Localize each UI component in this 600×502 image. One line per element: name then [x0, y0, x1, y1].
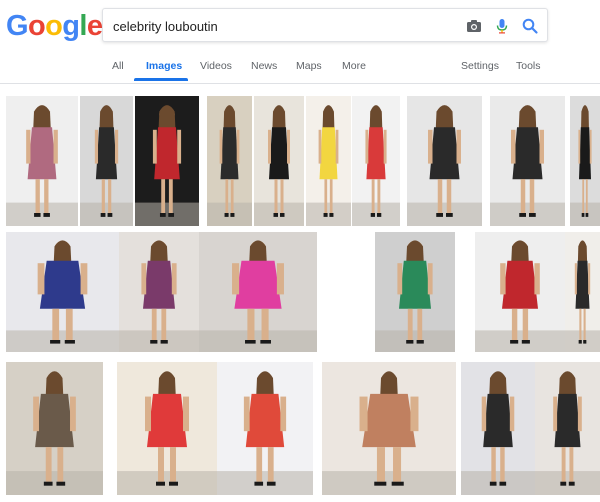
logo-letter: G — [6, 10, 29, 42]
search-box[interactable] — [102, 8, 548, 42]
image-result-thumbnail[interactable] — [535, 362, 600, 495]
image-result-thumbnail[interactable] — [352, 96, 400, 226]
logo-letter: o — [27, 10, 46, 42]
tab-news[interactable]: News — [251, 60, 277, 72]
image-result-thumbnail[interactable] — [322, 362, 456, 495]
image-result-thumbnail[interactable] — [6, 362, 103, 495]
image-result-thumbnail[interactable] — [306, 96, 351, 226]
image-result-thumbnail[interactable] — [117, 362, 217, 495]
image-result-thumbnail[interactable] — [570, 96, 600, 226]
image-result-thumbnail[interactable] — [490, 96, 565, 226]
tools-link[interactable]: Tools — [516, 60, 541, 72]
logo-letter: g — [62, 10, 80, 42]
tab-images[interactable]: Images — [146, 60, 182, 72]
tab-more[interactable]: More — [342, 60, 366, 72]
image-result-thumbnail[interactable] — [375, 232, 455, 352]
image-result-thumbnail[interactable] — [217, 362, 313, 495]
image-result-thumbnail[interactable] — [199, 232, 317, 352]
search-icon[interactable] — [521, 17, 539, 35]
image-result-thumbnail[interactable] — [80, 96, 133, 226]
google-logo[interactable]: Google — [6, 9, 103, 43]
image-result-thumbnail[interactable] — [407, 96, 482, 226]
settings-link[interactable]: Settings — [461, 60, 499, 72]
logo-letter: l — [79, 10, 87, 42]
logo-letter: e — [86, 10, 103, 42]
search-nav: All Images Videos News Maps More Setting… — [0, 52, 600, 84]
image-result-thumbnail[interactable] — [565, 232, 600, 352]
camera-icon[interactable] — [465, 17, 483, 35]
active-tab-indicator — [134, 78, 188, 81]
image-result-thumbnail[interactable] — [6, 96, 78, 226]
logo-letter: o — [45, 10, 63, 42]
image-result-thumbnail[interactable] — [207, 96, 252, 226]
tab-videos[interactable]: Videos — [200, 60, 232, 72]
image-result-thumbnail[interactable] — [254, 96, 304, 226]
header: Google All Ima — [0, 0, 600, 84]
image-result-thumbnail[interactable] — [6, 232, 119, 352]
microphone-icon[interactable] — [493, 17, 511, 35]
search-input[interactable] — [113, 16, 453, 36]
image-result-thumbnail[interactable] — [461, 362, 535, 495]
tab-maps[interactable]: Maps — [296, 60, 322, 72]
tab-all[interactable]: All — [112, 60, 124, 72]
image-result-thumbnail[interactable] — [135, 96, 199, 226]
image-result-thumbnail[interactable] — [119, 232, 199, 352]
image-result-thumbnail[interactable] — [475, 232, 565, 352]
image-results-grid — [0, 84, 600, 502]
